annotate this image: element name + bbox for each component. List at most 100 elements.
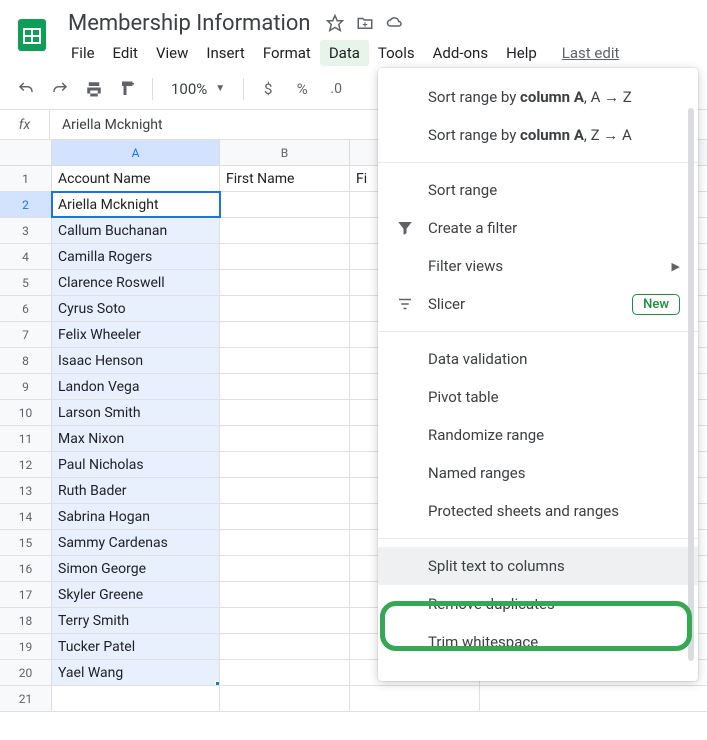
row-header[interactable]: 7 bbox=[0, 322, 52, 347]
menu-trim-whitespace[interactable]: Trim whitespace bbox=[378, 623, 698, 661]
menu-data[interactable]: Data bbox=[320, 40, 369, 66]
menu-randomize[interactable]: Randomize range bbox=[378, 416, 698, 454]
col-header-a[interactable]: A bbox=[52, 140, 220, 165]
menu-file[interactable]: File bbox=[62, 40, 104, 66]
cell[interactable] bbox=[220, 374, 350, 399]
menu-named-ranges[interactable]: Named ranges bbox=[378, 454, 698, 492]
menu-data-validation[interactable]: Data validation bbox=[378, 340, 698, 378]
cell[interactable]: Ruth Bader bbox=[52, 478, 220, 503]
cell[interactable]: Cyrus Soto bbox=[52, 296, 220, 321]
cell[interactable]: Ariella Mcknight bbox=[52, 192, 220, 217]
menu-tools[interactable]: Tools bbox=[369, 40, 424, 66]
selection-handle[interactable] bbox=[215, 681, 220, 685]
cell[interactable] bbox=[220, 244, 350, 269]
undo-icon[interactable] bbox=[10, 75, 42, 103]
cell[interactable]: Account Name bbox=[52, 166, 220, 191]
cell[interactable] bbox=[220, 556, 350, 581]
cell[interactable] bbox=[220, 608, 350, 633]
cell[interactable]: Paul Nicholas bbox=[52, 452, 220, 477]
document-title[interactable]: Membership Information bbox=[62, 9, 317, 38]
row-header[interactable]: 17 bbox=[0, 582, 52, 607]
row-header[interactable]: 14 bbox=[0, 504, 52, 529]
cell[interactable] bbox=[220, 504, 350, 529]
cell[interactable] bbox=[220, 270, 350, 295]
move-folder-icon[interactable] bbox=[353, 11, 377, 35]
cell[interactable] bbox=[220, 660, 350, 685]
menu-filter-views[interactable]: Filter views ▶ bbox=[378, 247, 698, 285]
menu-split-text[interactable]: Split text to columns bbox=[378, 547, 698, 585]
cell[interactable] bbox=[220, 322, 350, 347]
cell[interactable] bbox=[220, 296, 350, 321]
cell[interactable]: Terry Smith bbox=[52, 608, 220, 633]
cell[interactable]: Landon Vega bbox=[52, 374, 220, 399]
row-header[interactable]: 18 bbox=[0, 608, 52, 633]
row-header[interactable]: 2 bbox=[0, 192, 52, 217]
cell[interactable] bbox=[220, 478, 350, 503]
menu-format[interactable]: Format bbox=[254, 40, 320, 66]
cell[interactable] bbox=[220, 218, 350, 243]
row-header[interactable]: 15 bbox=[0, 530, 52, 555]
last-edit-link[interactable]: Last edit bbox=[562, 44, 620, 62]
row-header[interactable]: 12 bbox=[0, 452, 52, 477]
cell[interactable]: Camilla Rogers bbox=[52, 244, 220, 269]
cell[interactable] bbox=[52, 686, 220, 711]
menu-view[interactable]: View bbox=[147, 40, 197, 66]
row-header[interactable]: 21 bbox=[0, 686, 52, 711]
cell[interactable] bbox=[220, 582, 350, 607]
cell[interactable] bbox=[350, 686, 480, 711]
cell[interactable]: Isaac Henson bbox=[52, 348, 220, 373]
row-header[interactable]: 9 bbox=[0, 374, 52, 399]
menu-addons[interactable]: Add-ons bbox=[424, 40, 497, 66]
row-header[interactable]: 11 bbox=[0, 426, 52, 451]
cell[interactable]: Callum Buchanan bbox=[52, 218, 220, 243]
menu-insert[interactable]: Insert bbox=[197, 40, 253, 66]
row-header[interactable]: 1 bbox=[0, 166, 52, 191]
row-header[interactable]: 20 bbox=[0, 660, 52, 685]
menu-pivot-table[interactable]: Pivot table bbox=[378, 378, 698, 416]
zoom-select[interactable]: 100%▼ bbox=[161, 80, 235, 98]
row-header[interactable]: 4 bbox=[0, 244, 52, 269]
cell[interactable] bbox=[220, 192, 350, 217]
menu-sort-za[interactable]: Sort range by column A, Z → A bbox=[378, 116, 698, 154]
menu-sort-range[interactable]: Sort range bbox=[378, 171, 698, 209]
cell[interactable]: Sammy Cardenas bbox=[52, 530, 220, 555]
row-header[interactable]: 16 bbox=[0, 556, 52, 581]
cell[interactable]: Skyler Greene bbox=[52, 582, 220, 607]
decimal-icon[interactable]: .0 bbox=[320, 75, 352, 103]
row-header[interactable]: 19 bbox=[0, 634, 52, 659]
row-header[interactable]: 6 bbox=[0, 296, 52, 321]
formula-value[interactable]: Ariella Mcknight bbox=[50, 117, 163, 133]
cell[interactable] bbox=[220, 634, 350, 659]
cell[interactable] bbox=[220, 348, 350, 373]
row-header[interactable]: 8 bbox=[0, 348, 52, 373]
row-header[interactable]: 3 bbox=[0, 218, 52, 243]
col-header-b[interactable]: B bbox=[220, 140, 350, 165]
row-header[interactable]: 10 bbox=[0, 400, 52, 425]
menu-edit[interactable]: Edit bbox=[104, 40, 147, 66]
sheets-logo[interactable] bbox=[12, 8, 52, 62]
row-header[interactable]: 13 bbox=[0, 478, 52, 503]
cell[interactable] bbox=[220, 530, 350, 555]
cloud-status-icon[interactable] bbox=[383, 11, 407, 35]
cell[interactable]: Max Nixon bbox=[52, 426, 220, 451]
select-all-corner[interactable] bbox=[0, 140, 52, 165]
cell[interactable]: Yael Wang bbox=[52, 660, 220, 685]
cell[interactable] bbox=[220, 400, 350, 425]
percent-icon[interactable]: % bbox=[286, 75, 318, 103]
cell[interactable] bbox=[220, 686, 350, 711]
cell[interactable]: Sabrina Hogan bbox=[52, 504, 220, 529]
menu-slicer[interactable]: Slicer New bbox=[378, 285, 698, 323]
cell[interactable] bbox=[220, 426, 350, 451]
row-header[interactable]: 5 bbox=[0, 270, 52, 295]
cell[interactable] bbox=[220, 452, 350, 477]
cell[interactable]: Felix Wheeler bbox=[52, 322, 220, 347]
menu-create-filter[interactable]: Create a filter bbox=[378, 209, 698, 247]
cell[interactable]: First Name bbox=[220, 166, 350, 191]
menu-help[interactable]: Help bbox=[497, 40, 546, 66]
menu-remove-duplicates[interactable]: Remove duplicates bbox=[378, 585, 698, 623]
redo-icon[interactable] bbox=[44, 75, 76, 103]
star-icon[interactable] bbox=[323, 11, 347, 35]
cell[interactable]: Simon George bbox=[52, 556, 220, 581]
cell[interactable]: Clarence Roswell bbox=[52, 270, 220, 295]
print-icon[interactable] bbox=[78, 75, 110, 103]
